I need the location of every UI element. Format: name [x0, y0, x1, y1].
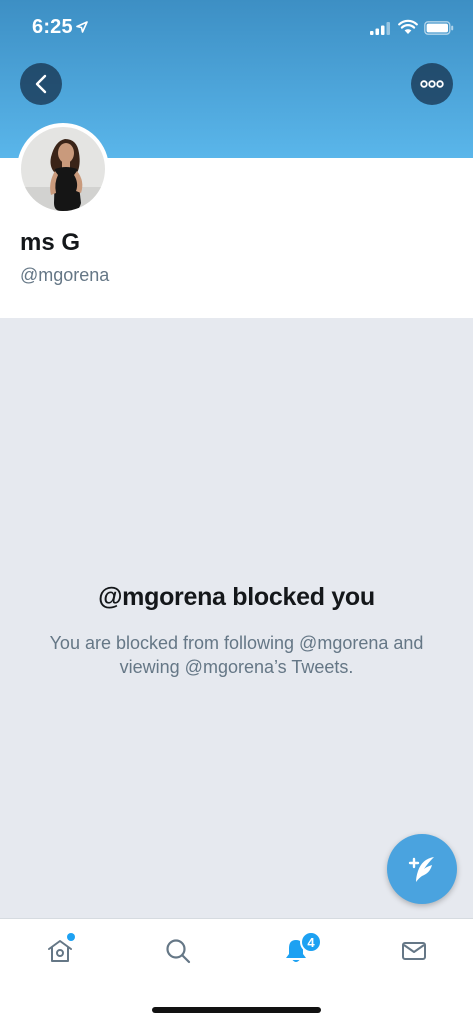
profile-display-name: ms G	[20, 229, 81, 256]
tab-search[interactable]	[160, 933, 196, 969]
battery-icon	[424, 21, 454, 35]
profile-handle: @mgorena	[20, 265, 110, 285]
home-indicator	[152, 1007, 321, 1013]
more-options-icon	[420, 80, 444, 88]
blocked-title: @mgorena blocked you	[98, 583, 375, 611]
search-icon	[166, 939, 191, 964]
more-options-button[interactable]	[411, 63, 453, 105]
home-icon	[48, 940, 72, 962]
wifi-icon	[398, 19, 418, 34]
tab-home[interactable]	[42, 933, 78, 969]
back-button[interactable]	[20, 63, 62, 105]
blocked-message-area: @mgorena blocked you You are blocked fro…	[0, 318, 473, 918]
status-bar: 6:25	[0, 0, 473, 58]
chevron-left-icon	[35, 74, 47, 94]
notification-count-badge: 4	[300, 931, 322, 953]
cellular-signal-icon	[370, 22, 390, 35]
home-unread-dot	[67, 933, 75, 941]
profile-avatar[interactable]	[17, 123, 109, 215]
location-arrow-icon	[76, 21, 88, 33]
avatar-photo	[21, 127, 105, 211]
blocked-description: You are blocked from following @mgorena …	[49, 633, 424, 677]
compose-tweet-icon	[408, 857, 434, 882]
tab-messages[interactable]	[396, 933, 432, 969]
envelope-icon	[402, 942, 426, 960]
tab-notifications[interactable]: 4	[278, 931, 322, 969]
compose-tweet-button[interactable]	[387, 834, 457, 904]
status-time: 6:25	[32, 16, 73, 38]
